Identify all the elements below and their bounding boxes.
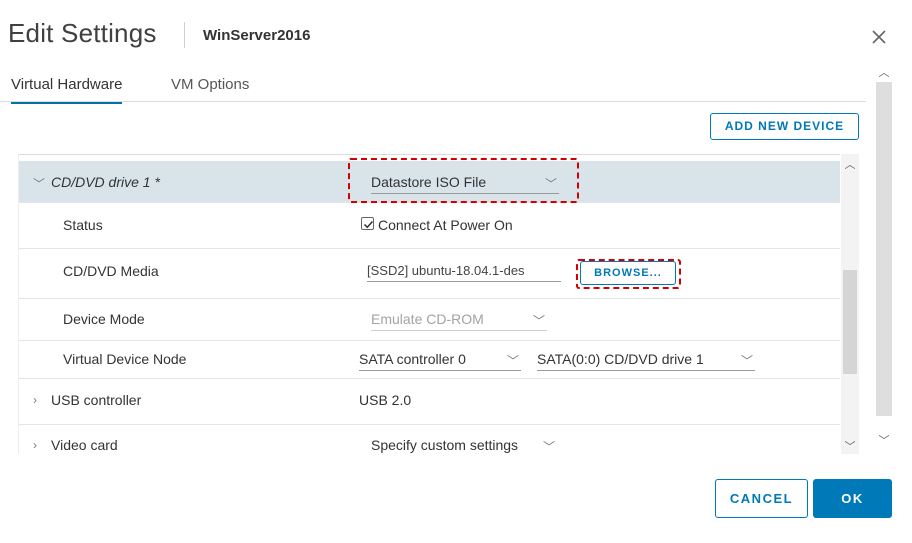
status-label: Status [63, 217, 103, 233]
close-icon[interactable] [870, 28, 888, 46]
add-new-device-button[interactable]: ADD NEW DEVICE [710, 113, 859, 140]
tab-vm-options[interactable]: VM Options [171, 76, 249, 101]
virtual-device-node-label: Virtual Device Node [63, 351, 187, 367]
device-mode-select: Emulate CD-ROM ﹀ [371, 311, 547, 331]
status-row: Status Connect At Power On [19, 203, 840, 249]
video-card-select[interactable]: Specify custom settings ﹀ [371, 437, 557, 454]
device-mode-row: Device Mode Emulate CD-ROM ﹀ [19, 299, 840, 341]
tabs-divider [0, 101, 866, 102]
grid-scrollbar-thumb[interactable] [843, 270, 857, 374]
cd-dvd-media-label: CD/DVD Media [63, 263, 159, 279]
usb-controller-row[interactable]: › USB controller USB 2.0 [19, 379, 840, 425]
device-node-select[interactable]: SATA(0:0) CD/DVD drive 1 ﹀ [537, 351, 755, 371]
vm-name: WinServer2016 [203, 27, 311, 44]
video-card-label: Video card [51, 437, 118, 453]
grid-scroll-down-icon[interactable]: ﹀ [842, 438, 858, 454]
connect-at-power-on-checkbox[interactable] [361, 217, 374, 230]
cd-dvd-media-row: CD/DVD Media [SSD2] ubuntu-18.04.1-des B… [19, 249, 840, 299]
controller-value: SATA controller 0 [359, 351, 466, 367]
title-divider [184, 22, 185, 48]
grid-scroll-up-icon[interactable]: ︿ [842, 156, 858, 172]
cd-dvd-group-label: CD/DVD drive 1 * [51, 174, 160, 190]
video-card-row[interactable]: › Video card Specify custom settings ﹀ [19, 425, 840, 454]
connect-at-power-on-label[interactable]: Connect At Power On [378, 217, 513, 233]
cd-dvd-source-value: Datastore ISO File [371, 174, 487, 190]
usb-controller-value: USB 2.0 [359, 392, 412, 408]
dialog-title: Edit Settings [8, 18, 157, 48]
browse-button[interactable]: BROWSE... [580, 261, 676, 285]
cd-dvd-group-row[interactable]: ﹀ CD/DVD drive 1 * Datastore ISO File ﹀ [19, 161, 840, 203]
chevron-down-icon: ﹀ [544, 177, 557, 191]
cd-dvd-source-select[interactable]: Datastore ISO File ﹀ [371, 174, 559, 194]
chevron-down-icon: ﹀ [506, 354, 519, 368]
chevron-right-icon[interactable]: › [33, 393, 37, 407]
chevron-down-icon: ﹀ [542, 440, 555, 454]
device-grid: ﹀ CD/DVD drive 1 * Datastore ISO File ﹀ … [18, 154, 840, 454]
controller-select[interactable]: SATA controller 0 ﹀ [359, 351, 521, 371]
ok-button[interactable]: OK [813, 479, 892, 518]
video-card-value: Specify custom settings [371, 437, 519, 453]
chevron-right-icon[interactable]: › [33, 438, 37, 452]
virtual-device-node-row: Virtual Device Node SATA controller 0 ﹀ … [19, 341, 840, 379]
chevron-down-icon: ﹀ [532, 314, 545, 328]
tab-virtual-hardware[interactable]: Virtual Hardware [11, 76, 123, 104]
chevron-down-icon[interactable]: ﹀ [33, 175, 45, 192]
cancel-button[interactable]: CANCEL [715, 479, 808, 518]
outer-scroll-down-icon[interactable]: ﹀ [876, 432, 892, 448]
device-node-value: SATA(0:0) CD/DVD drive 1 [537, 351, 704, 367]
chevron-down-icon: ﹀ [740, 354, 753, 368]
device-mode-label: Device Mode [63, 311, 145, 327]
device-mode-value: Emulate CD-ROM [371, 311, 484, 327]
usb-controller-label: USB controller [51, 392, 142, 408]
outer-scroll-up-icon[interactable]: ︿ [876, 64, 892, 80]
outer-scrollbar-track[interactable] [876, 82, 892, 416]
cd-dvd-media-input[interactable]: [SSD2] ubuntu-18.04.1-des [367, 263, 561, 282]
